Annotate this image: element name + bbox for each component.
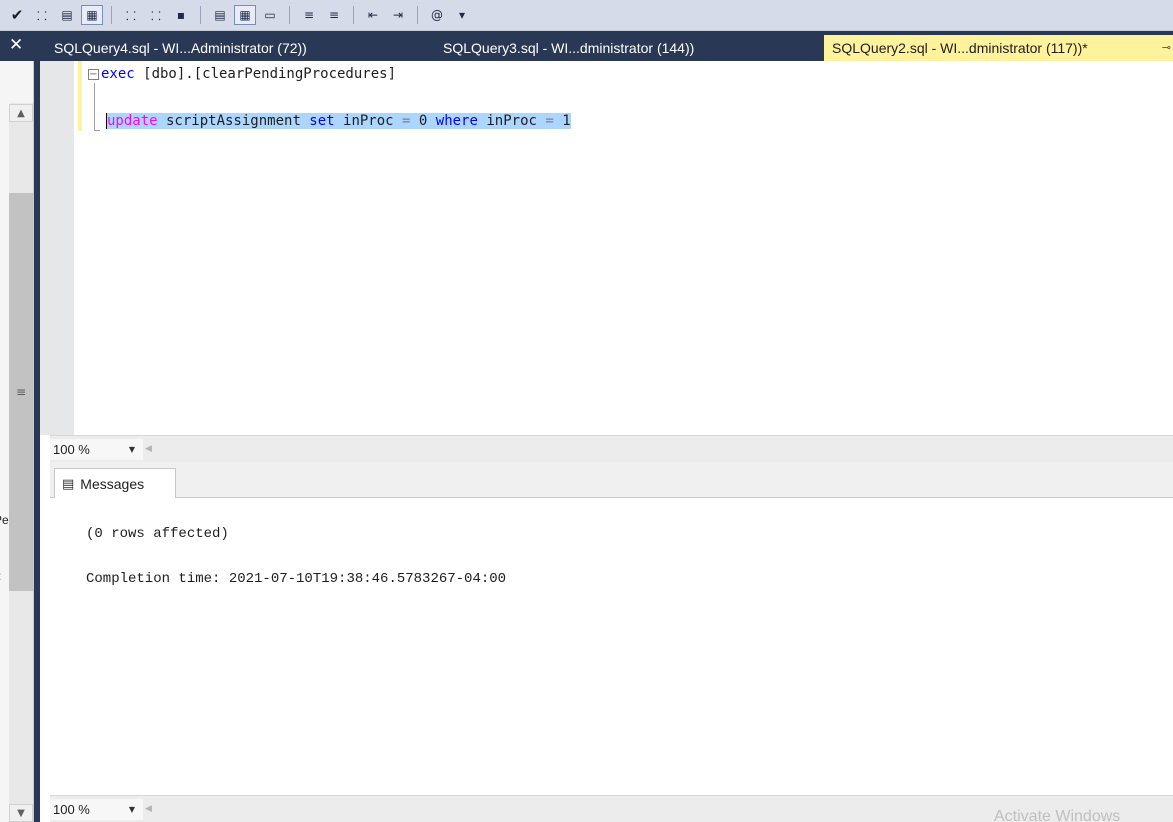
message-line: (0 rows affected) bbox=[86, 526, 229, 542]
keyword-where: where bbox=[435, 113, 478, 129]
include-plan-icon[interactable]: ⸬ bbox=[120, 5, 142, 25]
zoom-dropdown[interactable]: 100 % ▼ bbox=[50, 438, 143, 460]
include-stats-icon[interactable]: ⸬ bbox=[145, 5, 167, 25]
procedure-name: [dbo].[clearPendingProcedures] bbox=[134, 66, 397, 82]
parse-check-icon[interactable]: ✔ bbox=[6, 5, 28, 25]
identifier: inProc bbox=[334, 113, 403, 129]
editor-margin bbox=[40, 61, 74, 435]
tab-sqlquery4[interactable]: SQLQuery4.sql - WI...Administrator (72)) bbox=[46, 35, 307, 61]
editor-zoom-bar: 100 % ▼ ◀ bbox=[50, 435, 1173, 462]
collapse-icon[interactable]: − bbox=[88, 69, 99, 80]
pin-icon[interactable]: ⊸ bbox=[1162, 35, 1171, 61]
tab-label: SQLQuery2.sql - WI...dministrator (117))… bbox=[832, 40, 1088, 56]
zoom-value: 100 % bbox=[53, 801, 90, 817]
scroll-left-icon[interactable]: ◀ bbox=[145, 444, 152, 454]
debug-icon[interactable]: ⸬ bbox=[31, 5, 53, 25]
comment-icon[interactable]: ≡ bbox=[298, 5, 320, 25]
activation-watermark: Activate Windows bbox=[994, 808, 1121, 822]
keyword-update: update bbox=[107, 113, 158, 129]
change-tracking-bar bbox=[78, 61, 82, 131]
zoom-value: 100 % bbox=[53, 441, 90, 457]
outdent-icon[interactable]: ⇤ bbox=[362, 5, 384, 25]
sql-editor[interactable]: − exec [dbo].[clearPendingProcedures] upd… bbox=[40, 61, 1173, 435]
tab-messages[interactable]: ▤ Messages bbox=[54, 468, 176, 499]
messages-pane[interactable]: (0 rows affected) Completion time: 2021-… bbox=[50, 498, 1173, 795]
scroll-down-icon[interactable]: ▼ bbox=[9, 804, 33, 822]
object-explorer-panel: ✕ ▲ ≡ ▼ Pe r: bbox=[0, 31, 34, 822]
code-line-3: update scriptAssignment set inProc = 0 w… bbox=[106, 110, 571, 132]
scroll-up-icon[interactable]: ▲ bbox=[9, 104, 33, 122]
specify-values-icon[interactable]: @ bbox=[426, 5, 448, 25]
results-to-file-icon[interactable]: ▭ bbox=[259, 5, 281, 25]
selected-statement: update scriptAssignment set inProc = 0 w… bbox=[106, 113, 571, 129]
zoom-dropdown[interactable]: 100 % ▼ bbox=[50, 798, 143, 820]
scroll-left-icon[interactable]: ◀ bbox=[145, 804, 152, 814]
tab-label: SQLQuery3.sql - WI...dministrator (144)) bbox=[443, 40, 695, 56]
clipped-label: Pe bbox=[0, 513, 9, 527]
scrollbar-thumb[interactable]: ≡ bbox=[9, 193, 33, 591]
results-tab-strip: ▤ Messages bbox=[50, 462, 1173, 499]
keyword-exec: exec bbox=[101, 66, 135, 82]
outline-guide bbox=[94, 83, 95, 131]
literal: 1 bbox=[553, 113, 571, 129]
outline-guide bbox=[94, 130, 100, 131]
results-to-text-icon[interactable]: ▤ bbox=[209, 5, 231, 25]
tab-sqlquery3[interactable]: SQLQuery3.sql - WI...dministrator (144)) bbox=[435, 35, 694, 61]
operator: = bbox=[545, 113, 554, 129]
toolbar-separator bbox=[111, 6, 112, 24]
identifier: inProc bbox=[477, 113, 546, 129]
keyword-set: set bbox=[309, 113, 335, 129]
toolbar-separator bbox=[353, 6, 354, 24]
document-tab-strip: SQLQuery4.sql - WI...Administrator (72))… bbox=[40, 31, 1173, 61]
tab-label: SQLQuery4.sql - WI...Administrator (72)) bbox=[54, 40, 307, 56]
messages-icon: ▤ bbox=[62, 476, 75, 492]
query-toolbar: ✔ ⸬ ▤ ▦ ⸬ ⸬ ▪ ▤ ▦ ▭ ≡ ≡ ⇤ ⇥ @ ▾ bbox=[0, 0, 1173, 31]
tab-sqlquery2[interactable]: SQLQuery2.sql - WI...dministrator (117))… bbox=[824, 35, 1173, 61]
toolbar-separator bbox=[289, 6, 290, 24]
clipped-label: r: bbox=[0, 569, 1, 583]
message-line: Completion time: 2021-07-10T19:38:46.578… bbox=[86, 571, 507, 587]
results-to-grid-icon[interactable]: ▦ bbox=[81, 5, 103, 25]
uncomment-icon[interactable]: ≡ bbox=[323, 5, 345, 25]
toolbar-overflow-icon[interactable]: ▾ bbox=[451, 5, 473, 25]
display-plan-icon[interactable]: ▤ bbox=[56, 5, 78, 25]
panel-header: ✕ bbox=[0, 31, 34, 61]
chevron-down-icon: ▼ bbox=[128, 444, 135, 454]
literal: 0 bbox=[410, 113, 436, 129]
indent-icon[interactable]: ⇥ bbox=[387, 5, 409, 25]
toolbar-separator bbox=[417, 6, 418, 24]
toolbar-separator bbox=[200, 6, 201, 24]
code-line-1: − exec [dbo].[clearPendingProcedures] bbox=[88, 63, 396, 85]
results-grid-icon[interactable]: ▦ bbox=[234, 5, 256, 25]
query-options-icon[interactable]: ▪ bbox=[170, 5, 192, 25]
close-icon[interactable]: ✕ bbox=[9, 35, 23, 55]
identifier: scriptAssignment bbox=[157, 113, 310, 129]
chevron-down-icon: ▼ bbox=[128, 804, 135, 814]
tab-label: Messages bbox=[80, 476, 145, 492]
